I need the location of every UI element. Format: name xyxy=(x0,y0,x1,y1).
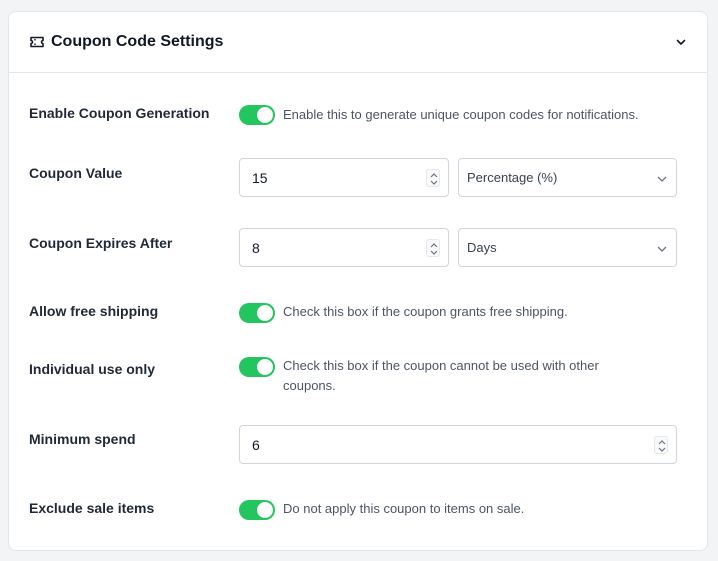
coupon-type-select[interactable]: Percentage (%) xyxy=(458,158,677,197)
minimum-spend-label: Minimum spend xyxy=(29,431,136,447)
panel-header[interactable]: Coupon Code Settings xyxy=(9,12,707,73)
individual-use-help-line1: Check this box if the coupon cannot be u… xyxy=(283,358,599,373)
minimum-spend-stepper[interactable] xyxy=(654,436,668,454)
coupon-value-stepper[interactable] xyxy=(426,169,440,187)
free-shipping-help: Check this box if the coupon grants free… xyxy=(283,304,568,319)
individual-use-help-line2: coupons. xyxy=(283,378,336,393)
chevron-down-icon xyxy=(656,242,668,254)
coupon-expires-label: Coupon Expires After xyxy=(29,235,173,251)
expiry-unit-select[interactable]: Days xyxy=(458,228,677,267)
minimum-spend-input[interactable] xyxy=(239,425,677,464)
minimum-spend-field[interactable] xyxy=(252,426,392,463)
coupon-value-input[interactable] xyxy=(239,158,449,197)
enable-coupon-help: Enable this to generate unique coupon co… xyxy=(283,107,639,122)
exclude-sale-help: Do not apply this coupon to items on sal… xyxy=(283,501,525,516)
expiry-unit-value: Days xyxy=(467,240,497,255)
individual-use-toggle[interactable] xyxy=(239,357,275,377)
chevron-down-icon[interactable] xyxy=(673,34,689,50)
coupon-expires-input[interactable] xyxy=(239,228,449,267)
exclude-sale-toggle[interactable] xyxy=(239,500,275,520)
free-shipping-label: Allow free shipping xyxy=(29,303,159,319)
enable-coupon-label: Enable Coupon Generation xyxy=(29,105,210,121)
coupon-settings-panel: Coupon Code Settings Enable Coupon Gener… xyxy=(8,11,708,551)
coupon-expires-stepper[interactable] xyxy=(426,239,440,257)
coupon-expires-field[interactable] xyxy=(252,229,392,266)
enable-coupon-toggle[interactable] xyxy=(239,105,275,125)
exclude-sale-label: Exclude sale items xyxy=(29,500,155,516)
coupon-value-field[interactable] xyxy=(252,159,392,196)
ticket-icon xyxy=(29,34,45,50)
chevron-down-icon xyxy=(656,172,668,184)
panel-title: Coupon Code Settings xyxy=(51,33,224,50)
coupon-type-value: Percentage (%) xyxy=(467,170,558,185)
free-shipping-toggle[interactable] xyxy=(239,303,275,323)
coupon-value-label: Coupon Value xyxy=(29,165,123,181)
individual-use-label: Individual use only xyxy=(29,361,156,377)
